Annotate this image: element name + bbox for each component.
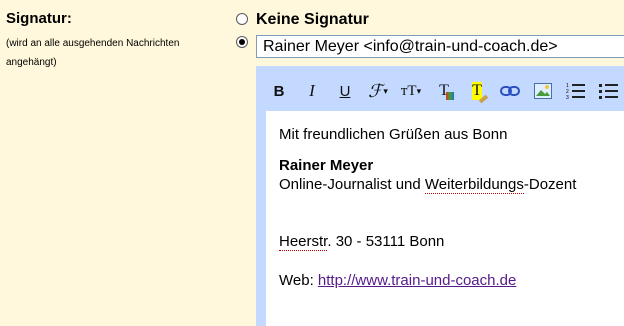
no-signature-label[interactable]: Keine Signatur bbox=[256, 11, 369, 29]
image-icon[interactable] bbox=[530, 78, 556, 104]
signature-text-area[interactable]: Mit freundlichen Grüßen aus Bonn Rainer … bbox=[266, 111, 624, 326]
greeting-line: Mit freundlichen Grüßen aus Bonn bbox=[279, 126, 508, 143]
font-icon[interactable]: ℱ ▾ bbox=[365, 78, 391, 104]
svg-text:3: 3 bbox=[566, 95, 569, 100]
bold-icon[interactable]: B bbox=[266, 78, 292, 104]
highlight-icon[interactable]: T bbox=[464, 78, 490, 104]
signature-address: Heerstr. 30 - 53111 Bonn bbox=[279, 233, 445, 251]
signature-web: Web: http://www.train-und-coach.de bbox=[279, 272, 517, 289]
signature-section-title: Signatur: bbox=[6, 10, 72, 27]
formatting-toolbar: B I U ℱ ▾ тT ▾ T T 123 bbox=[266, 76, 624, 106]
underline-icon[interactable]: U bbox=[332, 78, 358, 104]
link-icon[interactable] bbox=[497, 78, 523, 104]
signature-editor: B I U ℱ ▾ тT ▾ T T 123 Mit freundlichen Gr… bbox=[256, 66, 624, 326]
italic-icon[interactable]: I bbox=[299, 78, 325, 104]
custom-signature-radio[interactable] bbox=[236, 36, 248, 48]
text-color-icon[interactable]: T bbox=[431, 78, 457, 104]
bulleted-list-icon[interactable] bbox=[596, 78, 622, 104]
numbered-list-icon[interactable]: 123 bbox=[563, 78, 589, 104]
sender-address-select[interactable]: Rainer Meyer <info@train-und-coach.de> bbox=[256, 35, 624, 58]
website-link[interactable]: http://www.train-und-coach.de bbox=[318, 272, 516, 289]
signature-name: Rainer Meyer bbox=[279, 157, 374, 174]
font-size-icon[interactable]: тT ▾ bbox=[398, 78, 424, 104]
signature-role: Online-Journalist und Weiterbildungs-Doz… bbox=[279, 176, 577, 194]
no-signature-radio[interactable] bbox=[236, 13, 248, 25]
signature-section-subtitle: (wird an alle ausgehenden Nachrichten an… bbox=[6, 38, 180, 68]
